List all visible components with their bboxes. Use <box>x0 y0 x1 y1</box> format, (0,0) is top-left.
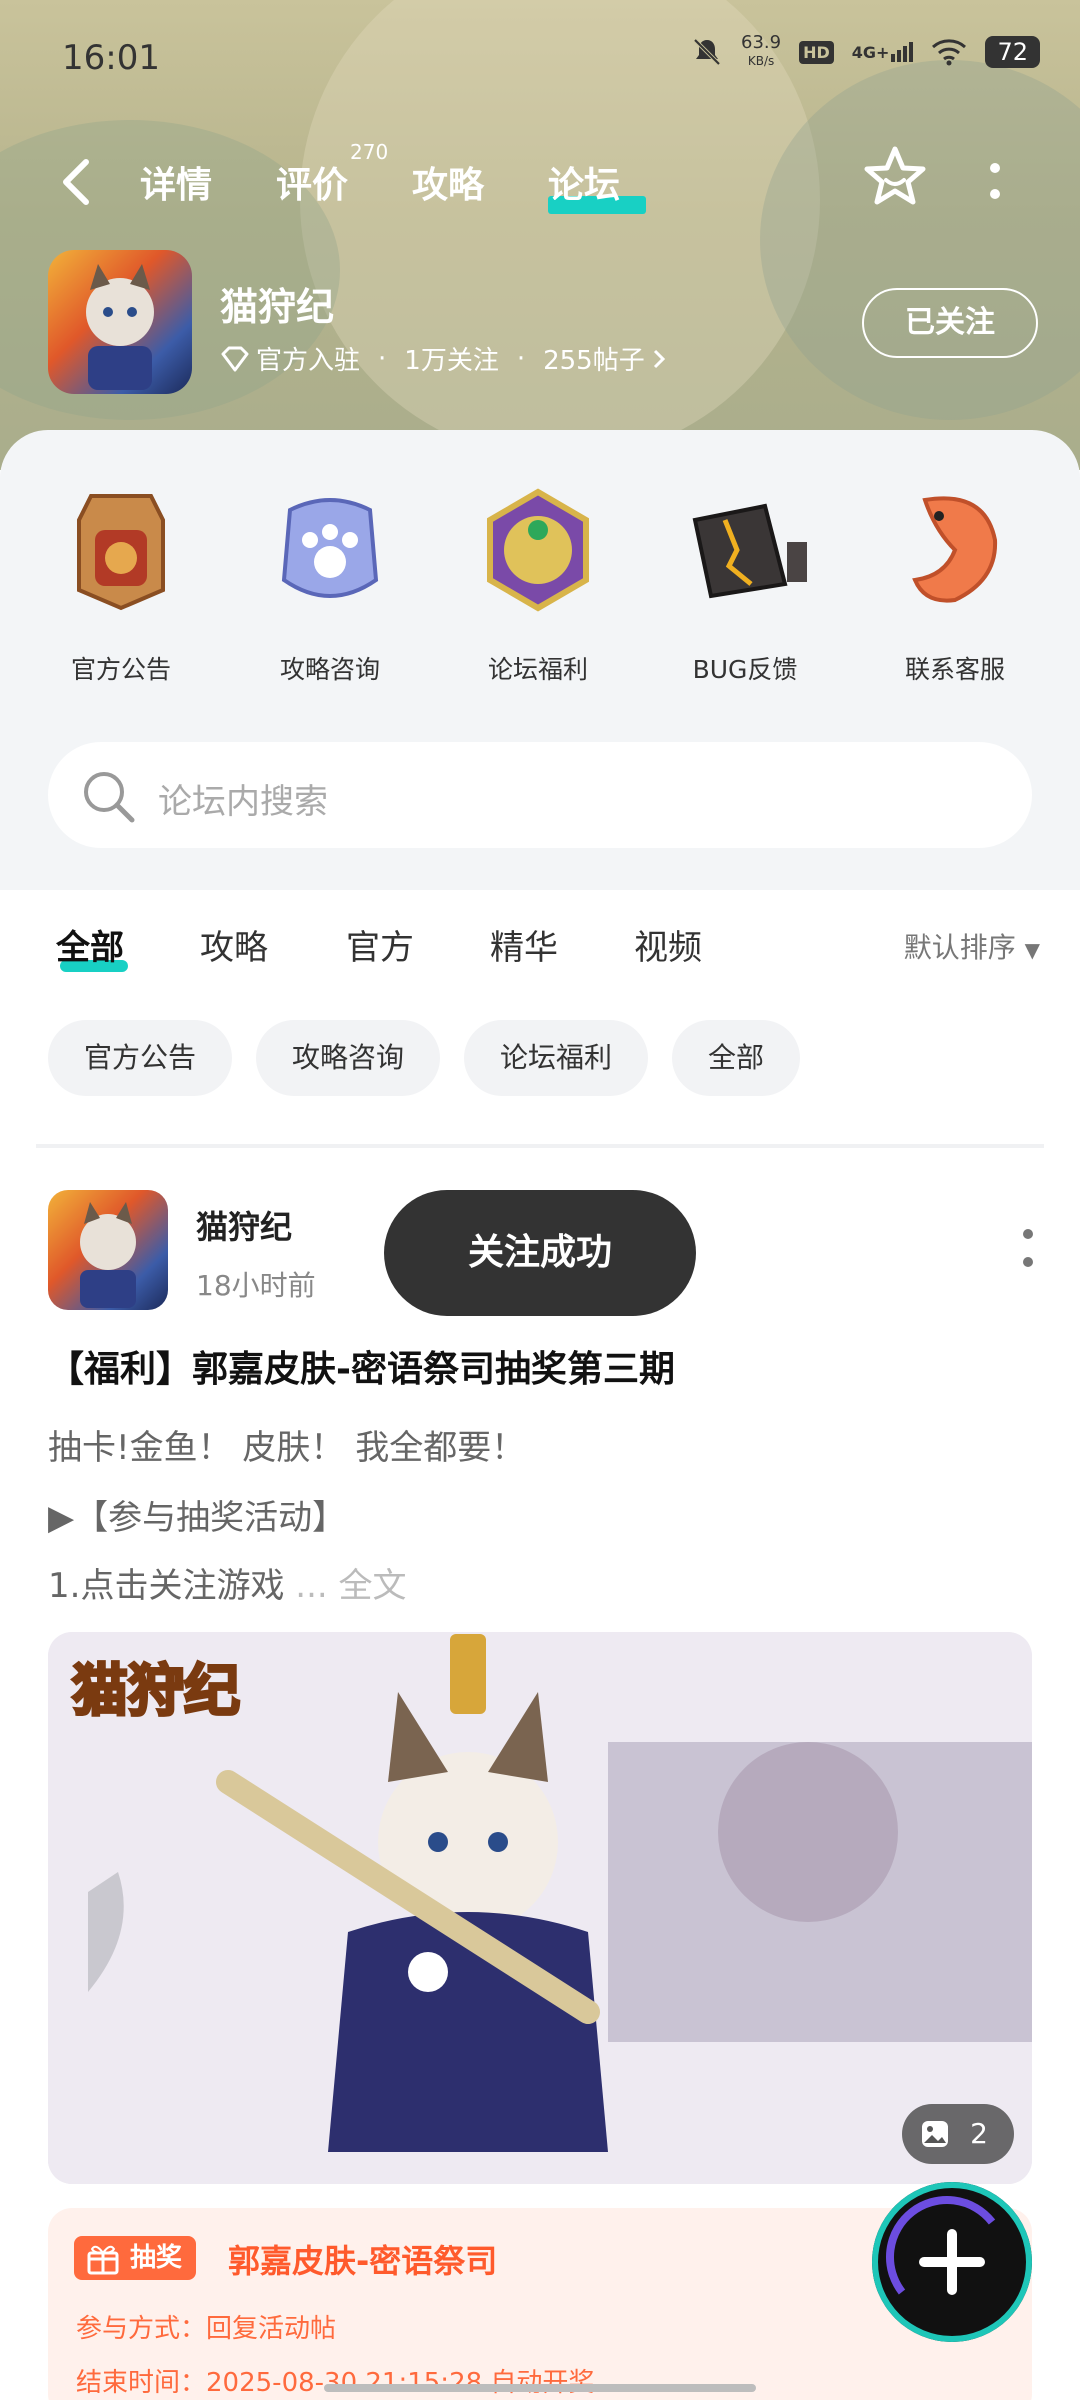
status-bar: 16:01 63.9 KB/s HD 4G+ 72 <box>0 0 1080 110</box>
tab-guides[interactable]: 攻略 <box>412 156 484 208</box>
koi-fish-icon <box>885 480 1025 620</box>
game-meta[interactable]: 官方入驻 · 1万关注 · 255帖子 <box>220 340 667 377</box>
post-count: 255帖子 <box>543 346 645 376</box>
quick-entry-customer-service[interactable]: 联系客服 <box>870 480 1040 686</box>
quick-entry-forum-benefits[interactable]: 论坛福利 <box>453 480 623 686</box>
author-avatar[interactable] <box>48 1190 168 1310</box>
search-icon <box>84 772 135 823</box>
search-placeholder: 论坛内搜索 <box>158 782 328 822</box>
follower-count: 1万关注 <box>404 346 499 376</box>
quick-entry-label: BUG反馈 <box>692 655 798 684</box>
quick-entry-label: 官方公告 <box>70 655 171 684</box>
official-label: 官方入驻 <box>256 346 361 376</box>
gift-icon <box>87 2245 119 2275</box>
forum-search-bar[interactable]: 论坛内搜索 <box>48 742 1032 848</box>
paw-shield-icon <box>260 480 400 620</box>
filter-tab-featured[interactable]: 精华 <box>490 920 558 969</box>
filter-tab-guides[interactable]: 攻略 <box>200 920 268 969</box>
chip-announcement[interactable]: 官方公告 <box>48 1020 233 1096</box>
hd-icon: HD <box>799 40 834 64</box>
post-excerpt-line: 抽卡!金鱼！ 皮肤！ 我全都要！ <box>48 1428 526 1468</box>
sort-dropdown[interactable]: 默认排序 ▼ <box>904 926 1040 966</box>
more-menu-icon[interactable] <box>985 160 1005 204</box>
wifi-icon <box>932 39 967 66</box>
image-logo-text: 猫狩纪 <box>72 1659 240 1724</box>
post-more-icon[interactable] <box>1018 1226 1038 1270</box>
chip-all[interactable]: 全部 <box>672 1020 801 1096</box>
section-divider <box>36 1144 1044 1148</box>
home-indicator[interactable] <box>324 2384 756 2392</box>
cracked-box-icon <box>675 480 815 620</box>
game-icon[interactable] <box>48 250 192 394</box>
lottery-name: 郭嘉皮肤-密语祭司 <box>228 2242 498 2280</box>
category-chips: 官方公告 攻略咨询 论坛福利 全部 <box>48 1020 801 1096</box>
chevron-right-icon <box>653 349 665 368</box>
follow-success-toast: 关注成功 <box>384 1190 696 1316</box>
chip-guide-help[interactable]: 攻略咨询 <box>256 1020 441 1096</box>
status-time: 16:01 <box>62 38 160 78</box>
post-image[interactable]: 猫狩纪 2 <box>48 1632 1032 2184</box>
tab-details[interactable]: 详情 <box>140 156 212 208</box>
followed-button[interactable]: 已关注 <box>862 288 1038 358</box>
lottery-tag: 抽奖 <box>74 2236 197 2280</box>
diamond-verified-icon <box>221 346 249 371</box>
read-more-link[interactable]: 全文 <box>339 1566 407 1606</box>
game-info: 猫狩纪 官方入驻 · 1万关注 · 255帖子 已关注 <box>48 250 1038 400</box>
quick-entry-announcement[interactable]: 官方公告 <box>36 480 206 686</box>
announcement-badge-icon <box>51 480 191 620</box>
quick-entry-label: 攻略咨询 <box>279 655 380 684</box>
favorite-star-icon[interactable] <box>862 144 928 210</box>
lottery-method: 参与方式：回复活动帖 <box>76 2314 337 2344</box>
post-excerpt-line: 1.点击关注游戏 ... 全文 <box>48 1566 407 1606</box>
tab-forum[interactable]: 论坛 <box>548 156 620 208</box>
image-gallery-icon <box>922 2121 948 2147</box>
filter-tabs: 全部 攻略 官方 精华 视频 默认排序 ▼ <box>0 900 1080 980</box>
mute-bell-icon <box>693 38 721 66</box>
filter-tab-video[interactable]: 视频 <box>634 920 702 969</box>
post-time: 18小时前 <box>196 1269 316 1302</box>
battery-indicator: 72 <box>985 36 1040 68</box>
plus-icon <box>885 2196 996 2295</box>
cat-warrior-illustration: 猫狩纪 <box>48 1632 1032 2184</box>
gem-medallion-icon <box>468 480 608 620</box>
quick-entry-bug-report[interactable]: BUG反馈 <box>660 480 830 686</box>
back-arrow-icon[interactable] <box>50 152 110 212</box>
image-count-badge: 2 <box>902 2104 1014 2164</box>
top-nav: 详情 评价 270 攻略 论坛 <box>0 140 1080 220</box>
chip-forum-benefits[interactable]: 论坛福利 <box>464 1020 649 1096</box>
tab-reviews[interactable]: 评价 <box>276 156 348 208</box>
quick-entry-label: 论坛福利 <box>487 655 588 684</box>
network-speed: 63.9 KB/s <box>741 32 782 69</box>
signal-4g-icon: 4G+ <box>852 42 914 62</box>
quick-entry-label: 联系客服 <box>904 655 1005 684</box>
lottery-end-time: 结束时间：2025-08-30 21:15:28 自动开奖 <box>76 2368 595 2398</box>
post-author[interactable]: 猫狩纪 <box>196 1202 292 1248</box>
filter-tab-official[interactable]: 官方 <box>346 920 414 969</box>
review-count-badge: 270 <box>350 140 389 164</box>
cat-character-icon <box>86 264 154 390</box>
caret-down-icon: ▼ <box>1024 938 1040 962</box>
post-title[interactable]: 【福利】郭嘉皮肤-密语祭司抽奖第三期 <box>48 1340 675 1392</box>
cat-character-icon <box>80 1202 136 1308</box>
game-name: 猫狩纪 <box>220 285 335 329</box>
create-post-button[interactable] <box>872 2182 1032 2342</box>
forum-panel: 官方公告 攻略咨询 论坛福利 BUG反馈 联系客服 论坛内搜索 <box>0 430 1080 890</box>
quick-entry-guide-help[interactable]: 攻略咨询 <box>245 480 415 686</box>
post-excerpt-line: ▶【参与抽奖活动】 <box>48 1498 347 1538</box>
filter-tab-all[interactable]: 全部 <box>56 920 124 969</box>
status-icons: 63.9 KB/s HD 4G+ 72 <box>691 34 1040 70</box>
